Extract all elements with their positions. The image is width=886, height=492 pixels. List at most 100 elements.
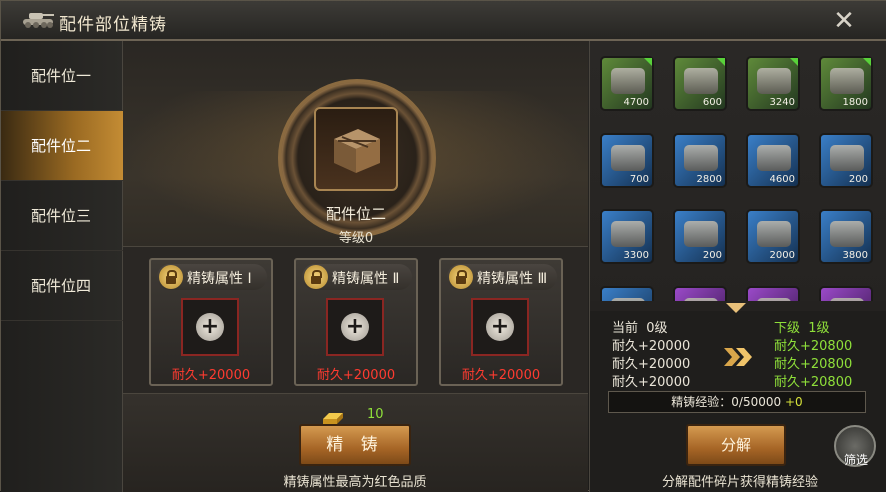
gold-bar-icon xyxy=(323,413,343,424)
tank-icon xyxy=(23,13,54,28)
attribute-title: 精铸属性 Ⅲ xyxy=(477,271,548,287)
part-icon xyxy=(611,145,645,171)
part-icon xyxy=(830,221,864,247)
inventory-item[interactable]: 4600 xyxy=(746,133,800,188)
filter-label: 筛选 xyxy=(843,453,868,467)
part-icon xyxy=(684,298,718,301)
add-icon xyxy=(341,313,369,341)
decompose-note: 分解配件碎片获得精铸经验 xyxy=(661,475,818,490)
attribute-slot[interactable] xyxy=(181,298,239,356)
exp-text: 精铸经验：0/50000 xyxy=(671,395,782,409)
forge-button[interactable]: 精 铸 xyxy=(299,424,411,466)
attribute-title: 精铸属性 Ⅱ xyxy=(332,271,400,287)
attribute-header: 精铸属性 Ⅰ xyxy=(157,264,267,290)
inventory-item[interactable]: 1800 xyxy=(819,56,873,111)
double-chevron-right-icon xyxy=(724,348,752,366)
window-title: 配件部位精铸 xyxy=(59,15,167,35)
attribute-header: 精铸属性 Ⅲ xyxy=(447,264,557,290)
inventory-item[interactable]: 2000 xyxy=(746,209,800,264)
add-icon xyxy=(486,313,514,341)
next-stat: 耐久+20800 xyxy=(774,339,853,354)
next-stat: 耐久+20800 xyxy=(774,375,853,390)
item-count: 3800 xyxy=(842,250,868,261)
item-count: 4600 xyxy=(769,174,795,185)
item-count: 3240 xyxy=(769,97,795,108)
inventory-item[interactable] xyxy=(600,286,654,301)
gold-count: 10 xyxy=(367,407,384,422)
item-count: 2000 xyxy=(769,250,795,261)
inventory-grid: 4700 600 3240 1800 700 2800 4600 200 330… xyxy=(590,41,886,301)
inventory-item[interactable] xyxy=(819,286,873,301)
part-icon xyxy=(757,145,791,171)
filter-button[interactable]: 筛选 xyxy=(834,425,876,467)
title-bar: 配件部位精铸 ✕ xyxy=(1,1,886,41)
item-count: 3300 xyxy=(623,250,649,261)
item-count: 200 xyxy=(848,174,868,185)
item-count: 1800 xyxy=(842,97,868,108)
sidebar-item-slot-3[interactable]: 配件位三 xyxy=(1,181,123,251)
inventory-item[interactable]: 3800 xyxy=(819,209,873,264)
caret-down-icon xyxy=(726,303,746,313)
inventory-item[interactable]: 4700 xyxy=(600,56,654,111)
inventory-item[interactable]: 3300 xyxy=(600,209,654,264)
add-icon xyxy=(196,313,224,341)
close-icon[interactable]: ✕ xyxy=(829,7,859,37)
attribute-header: 精铸属性 Ⅱ xyxy=(302,264,412,290)
part-icon xyxy=(684,68,718,94)
item-count: 200 xyxy=(702,250,722,261)
forge-window: 配件部位精铸 ✕ 配件位一 配件位二 配件位三 配件位四 配件位二 等级0 精铸… xyxy=(0,0,886,492)
part-icon xyxy=(830,298,864,301)
forge-note: 精铸属性最高为红色品质 xyxy=(283,475,427,490)
inventory-item[interactable] xyxy=(673,286,727,301)
lock-icon xyxy=(304,265,328,289)
next-label: 下级 xyxy=(774,321,801,336)
attribute-card-1[interactable]: 精铸属性 Ⅰ 耐久+20000 xyxy=(149,258,273,386)
sidebar-item-slot-2[interactable]: 配件位二 xyxy=(1,111,123,181)
current-stat: 耐久+20000 xyxy=(612,339,691,354)
part-icon xyxy=(611,68,645,94)
inventory-item[interactable]: 700 xyxy=(600,133,654,188)
inventory-item[interactable] xyxy=(746,286,800,301)
attribute-title: 精铸属性 Ⅰ xyxy=(187,271,252,287)
new-badge xyxy=(863,58,871,66)
current-level-label: 当前 0级 xyxy=(612,317,668,336)
forge-exp-bar: 精铸经验：0/50000 +0 xyxy=(608,391,866,413)
attribute-card-3[interactable]: 精铸属性 Ⅲ 耐久+20000 xyxy=(439,258,563,386)
item-count: 4700 xyxy=(623,97,649,108)
inventory-item[interactable]: 3240 xyxy=(746,56,800,111)
attribute-slot[interactable] xyxy=(326,298,384,356)
sidebar-item-slot-4[interactable]: 配件位四 xyxy=(1,251,123,321)
exp-plus: +0 xyxy=(784,395,803,409)
part-slot-sidebar: 配件位一 配件位二 配件位三 配件位四 xyxy=(1,41,123,492)
part-level: 等级0 xyxy=(338,231,374,246)
attribute-value: 耐久+20000 xyxy=(171,368,251,383)
inventory-item[interactable]: 200 xyxy=(819,133,873,188)
current-level: 0级 xyxy=(646,321,668,336)
attribute-value: 耐久+20000 xyxy=(461,368,541,383)
part-icon xyxy=(757,298,791,301)
attribute-value: 耐久+20000 xyxy=(316,368,396,383)
next-level: 1级 xyxy=(808,321,830,336)
part-icon xyxy=(611,221,645,247)
inventory-item[interactable]: 600 xyxy=(673,56,727,111)
current-stat: 耐久+20000 xyxy=(612,375,691,390)
next-stat: 耐久+20800 xyxy=(774,357,853,372)
part-icon xyxy=(830,145,864,171)
inventory-item[interactable]: 200 xyxy=(673,209,727,264)
new-badge xyxy=(717,58,725,66)
item-count: 2800 xyxy=(696,174,722,185)
attribute-card-2[interactable]: 精铸属性 Ⅱ 耐久+20000 xyxy=(294,258,418,386)
attribute-slot[interactable] xyxy=(471,298,529,356)
item-count: 600 xyxy=(702,97,722,108)
decompose-button[interactable]: 分解 xyxy=(686,424,786,466)
crate-part-icon xyxy=(334,129,380,173)
current-stat: 耐久+20000 xyxy=(612,357,691,372)
part-icon xyxy=(684,145,718,171)
next-level-label: 下级 1级 xyxy=(774,317,830,336)
lock-icon xyxy=(449,265,473,289)
part-icon xyxy=(684,221,718,247)
forge-center-panel: 配件位二 等级0 精铸属性 Ⅰ 耐久+20000 精铸属性 Ⅱ 耐久+20000 xyxy=(123,41,588,492)
sidebar-item-slot-1[interactable]: 配件位一 xyxy=(1,41,123,111)
lock-icon xyxy=(159,265,183,289)
inventory-item[interactable]: 2800 xyxy=(673,133,727,188)
